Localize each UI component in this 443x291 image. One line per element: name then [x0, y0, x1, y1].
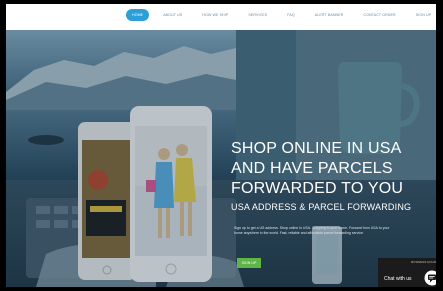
hero-headline: SHOP ONLINE IN USA AND HAVE PARCELS FORW… — [231, 140, 404, 197]
nav-item-about-us[interactable]: ABOUT US — [157, 9, 188, 21]
chat-widget-header: BUSINESS HOURS — [411, 260, 436, 264]
screen-frame: HOME ABOUT US HOW WE SHIP SERVICES FAQ A… — [0, 0, 443, 291]
nav-menu: HOME ABOUT US HOW WE SHIP SERVICES FAQ A… — [126, 9, 436, 21]
nav-item-home[interactable]: HOME — [126, 9, 150, 21]
nav-item-how-we-ship[interactable]: HOW WE SHIP — [196, 9, 234, 21]
nav-item-sign-up[interactable]: SIGN UP — [410, 9, 436, 21]
web-page: HOME ABOUT US HOW WE SHIP SERVICES FAQ A… — [6, 4, 436, 287]
nav-item-faq[interactable]: FAQ — [281, 9, 301, 21]
chat-bubble-icon[interactable] — [424, 270, 436, 286]
hero-description: Sign up to get a US address. Shop online… — [234, 226, 390, 235]
nav-item-contact-order[interactable]: CONTACT ORDER — [357, 9, 401, 21]
top-navbar: HOME ABOUT US HOW WE SHIP SERVICES FAQ A… — [6, 4, 436, 30]
hero-subheadline: USA ADDRESS & PARCEL FORWARDING — [231, 202, 412, 212]
chat-widget[interactable]: BUSINESS HOURS Chat with us — [378, 258, 436, 287]
nav-item-services[interactable]: SERVICES — [242, 9, 273, 21]
hero-banner: SHOP ONLINE IN USA AND HAVE PARCELS FORW… — [6, 30, 436, 287]
sign-up-button[interactable]: SIGN UP — [237, 258, 261, 268]
chat-label[interactable]: Chat with us — [384, 276, 412, 282]
nav-item-alert-banner[interactable]: ALERT BANNER — [309, 9, 350, 21]
